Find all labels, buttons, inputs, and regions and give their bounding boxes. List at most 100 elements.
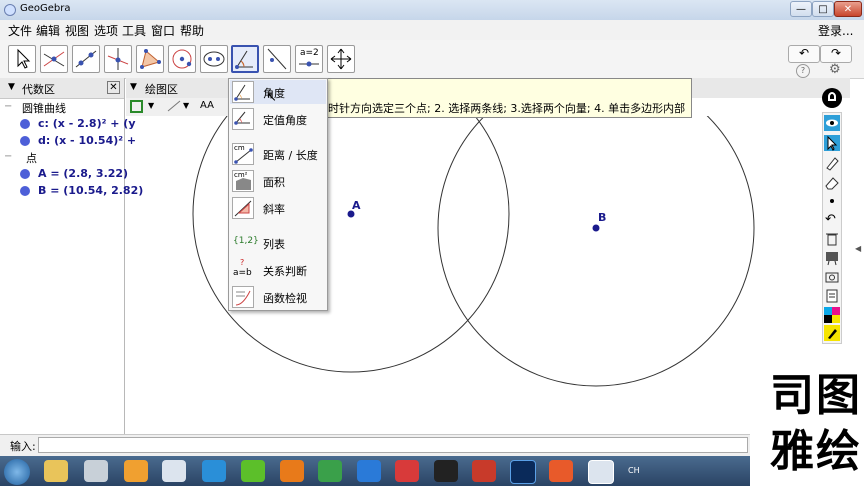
- app7-taskbar-icon[interactable]: [280, 460, 304, 482]
- menu-help[interactable]: 帮助: [180, 22, 204, 39]
- point-b[interactable]: [592, 224, 600, 232]
- visibility-dot-d[interactable]: [20, 136, 30, 146]
- close-algebra-icon[interactable]: ✕: [107, 81, 120, 94]
- visibility-dot-b[interactable]: [20, 186, 30, 196]
- color-swatch-icon[interactable]: [130, 100, 143, 113]
- app11-taskbar-icon[interactable]: [434, 460, 458, 482]
- visibility-dot-a[interactable]: [20, 169, 30, 179]
- algebra-item-d[interactable]: d: (x - 10.54)² +: [38, 134, 136, 147]
- camtasia-taskbar-icon[interactable]: [241, 460, 265, 482]
- dropdown-item-fixed-angle[interactable]: 定值角度: [263, 112, 307, 128]
- pen-size-dot-icon[interactable]: [824, 195, 840, 207]
- input-label: 输入:: [10, 440, 36, 453]
- app8-taskbar-icon[interactable]: [318, 460, 342, 482]
- line-tool-button[interactable]: [72, 45, 100, 73]
- menu-tools[interactable]: 工具: [122, 22, 146, 39]
- dropdown-item-distance[interactable]: 距离 / 长度: [263, 147, 318, 163]
- undo-button[interactable]: ↶: [788, 45, 820, 63]
- algebra-item-a[interactable]: A = (2.8, 3.22): [38, 167, 128, 180]
- relation-icon-text: a=b: [233, 268, 252, 278]
- pointer-icon[interactable]: [824, 135, 840, 151]
- login-link[interactable]: 登录...: [818, 22, 853, 39]
- visibility-dot-c[interactable]: [20, 119, 30, 129]
- pen-color-icon[interactable]: [824, 325, 840, 341]
- app12-taskbar-icon[interactable]: [472, 460, 496, 482]
- tree-collapse-icon-2[interactable]: −: [4, 151, 12, 162]
- reflect-line-icon: [267, 48, 287, 70]
- dropdown-arrow-icon[interactable]: ▼: [148, 101, 154, 110]
- watermark-line-2: 雅绘: [770, 426, 862, 477]
- algebra-view: [0, 78, 125, 434]
- help-icon[interactable]: ?: [796, 64, 810, 78]
- tree-collapse-icon[interactable]: −: [4, 101, 12, 112]
- color-magenta-swatch[interactable]: [832, 307, 840, 315]
- minimize-button[interactable]: —: [790, 1, 812, 17]
- dropdown-item-relation[interactable]: 关系判断: [263, 263, 307, 279]
- relation-icon: ? a=b: [232, 258, 254, 281]
- collapse-triangle-icon[interactable]: ▼: [8, 82, 15, 92]
- reflect-tool-button[interactable]: [263, 45, 291, 73]
- geogebra-taskbar-icon[interactable]: [162, 460, 186, 482]
- conic-tool-button[interactable]: [200, 45, 228, 73]
- menu-edit[interactable]: 编辑: [36, 22, 60, 39]
- polygon-tool-button[interactable]: [136, 45, 164, 73]
- geogebra-active-taskbar-icon[interactable]: [588, 460, 614, 484]
- menu-file[interactable]: 文件: [8, 22, 32, 39]
- area-icon: cm²: [232, 170, 254, 192]
- dropdown-item-area[interactable]: 面积: [263, 174, 285, 190]
- perpendicular-icon: [107, 48, 129, 70]
- circle-tool-button[interactable]: [168, 45, 196, 73]
- perpendicular-tool-button[interactable]: [104, 45, 132, 73]
- redo-button[interactable]: ↷: [820, 45, 852, 63]
- close-button[interactable]: ✕: [834, 1, 862, 17]
- xmind-taskbar-icon[interactable]: [395, 460, 419, 482]
- board-icon[interactable]: [824, 250, 840, 266]
- move-arrows-icon: [330, 48, 352, 70]
- geogebra-logo-icon: [4, 4, 16, 16]
- highlighter-icon[interactable]: [824, 155, 840, 171]
- photoshop-taskbar-icon[interactable]: [510, 460, 536, 484]
- relation-question-icon: ?: [240, 258, 245, 267]
- eye-icon[interactable]: [824, 115, 840, 131]
- paint-taskbar-icon[interactable]: [124, 460, 148, 482]
- undo-stroke-icon[interactable]: ↶: [825, 212, 836, 227]
- dropdown-item-function-inspector[interactable]: 函数检视: [263, 290, 307, 306]
- dropdown-item-slope[interactable]: 斜率: [263, 201, 285, 217]
- graphics-collapse-icon[interactable]: ▼: [130, 82, 137, 92]
- point-b-label: B: [598, 211, 607, 224]
- start-button[interactable]: [4, 459, 30, 485]
- dropdown-arrow-icon-2[interactable]: ▼: [183, 101, 189, 110]
- text-style-aa[interactable]: AA: [200, 100, 214, 111]
- angle-tool-button[interactable]: [231, 45, 259, 73]
- color-cyan-swatch[interactable]: [824, 307, 832, 315]
- app14-taskbar-icon[interactable]: [549, 460, 573, 482]
- trash-icon[interactable]: [824, 231, 840, 247]
- settings-gear-icon[interactable]: ⚙: [829, 62, 841, 77]
- command-input[interactable]: [38, 437, 748, 453]
- watermark-line-1: 司图: [770, 370, 862, 421]
- circle-d[interactable]: [437, 116, 755, 387]
- notes-icon[interactable]: [824, 288, 840, 304]
- algebra-item-c[interactable]: c: (x - 2.8)² + (y: [38, 117, 136, 130]
- maximize-button[interactable]: □: [812, 1, 834, 17]
- camera-icon[interactable]: [824, 269, 840, 285]
- collapse-right-icon[interactable]: ◀: [855, 244, 861, 253]
- color-yellow-swatch[interactable]: [832, 315, 840, 323]
- point-tool-button[interactable]: [40, 45, 68, 73]
- explorer-taskbar-icon[interactable]: [44, 460, 68, 482]
- eraser-icon[interactable]: [824, 175, 840, 191]
- language-indicator[interactable]: CH: [628, 466, 640, 475]
- slider-tool-button[interactable]: a=2: [295, 45, 323, 73]
- menu-options[interactable]: 选项: [94, 22, 118, 39]
- pen-toolbar-toggle-icon[interactable]: [822, 88, 842, 108]
- move-graphics-tool-button[interactable]: [327, 45, 355, 73]
- app2-taskbar-icon[interactable]: [84, 460, 108, 482]
- app9-taskbar-icon[interactable]: [357, 460, 381, 482]
- app5-taskbar-icon[interactable]: [202, 460, 226, 482]
- menu-window[interactable]: 窗口: [151, 22, 175, 39]
- dropdown-item-list[interactable]: 列表: [263, 236, 285, 252]
- line-style-icon[interactable]: [166, 99, 182, 113]
- menu-view[interactable]: 视图: [65, 22, 89, 39]
- color-black-swatch[interactable]: [824, 315, 832, 323]
- move-tool-button[interactable]: [8, 45, 36, 73]
